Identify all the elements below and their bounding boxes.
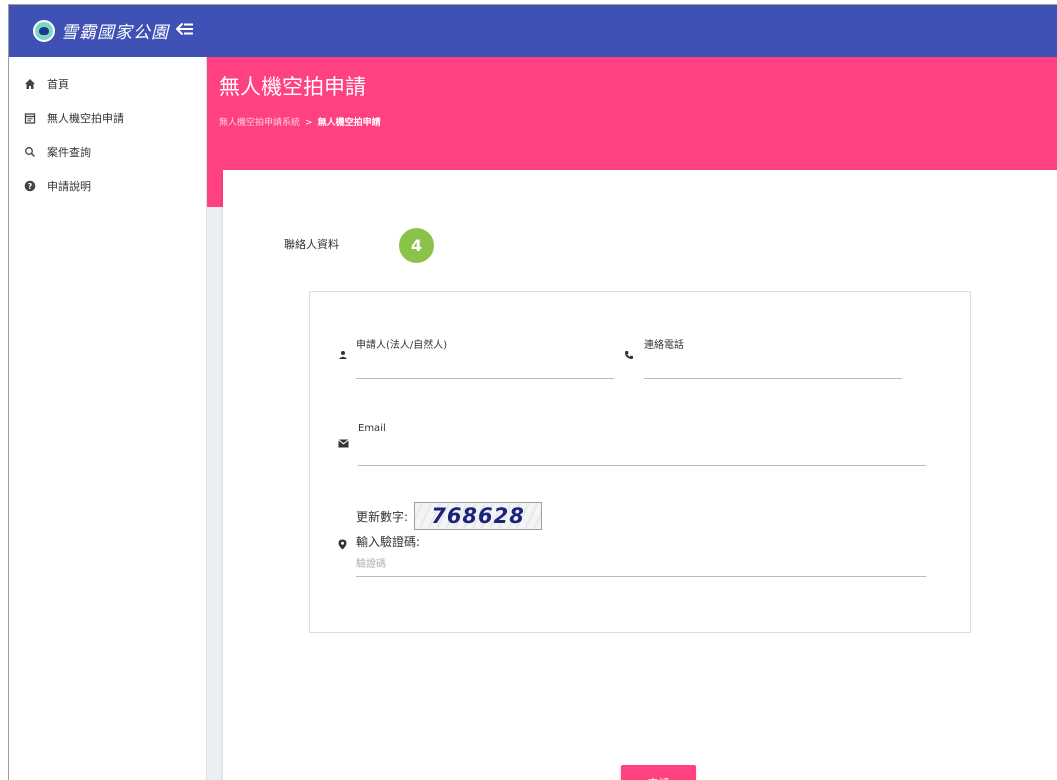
- captcha-input[interactable]: [356, 555, 922, 573]
- captcha-input-label: 輸入驗證碼:: [356, 535, 421, 549]
- applicant-underline: [356, 378, 614, 379]
- captcha-refresh-label: 更新數字:: [356, 509, 409, 524]
- main-content: 無人機空拍申請 無人機空拍申請系統 > 無人機空拍申請 聯絡人資料 4 申請人(法人…: [207, 57, 1057, 780]
- sidebar-item-label: 申請說明: [47, 180, 91, 193]
- section-title: 聯絡人資料: [284, 238, 339, 251]
- sidebar-item-drone-application[interactable]: 無人機空拍申請: [9, 101, 206, 135]
- breadcrumb: 無人機空拍申請系統 > 無人機空拍申請: [219, 115, 381, 128]
- park-logo[interactable]: 雪霸國家公園: [33, 18, 169, 43]
- home-icon: [23, 77, 37, 91]
- phone-icon: [624, 350, 634, 363]
- sidebar: 首頁 無人機空拍申請 案件查詢 ? 申請說明: [9, 57, 207, 780]
- calendar-icon: [23, 111, 37, 125]
- sidebar-item-case-search[interactable]: 案件查詢: [9, 135, 206, 169]
- sidebar-item-label: 首頁: [47, 78, 69, 91]
- page-title: 無人機空拍申請: [219, 75, 366, 99]
- form-card: 聯絡人資料 4 申請人(法人/自然人) 連絡電話 Email 更新數字: 768…: [223, 170, 1057, 780]
- captcha-refresh-row: 更新數字: 768628: [356, 502, 543, 530]
- contact-form: 申請人(法人/自然人) 連絡電話 Email 更新數字: 768628 輸入驗證…: [309, 291, 971, 633]
- step-number-badge: 4: [399, 228, 434, 263]
- captcha-image[interactable]: 768628: [414, 502, 543, 530]
- sidebar-item-label: 無人機空拍申請: [47, 112, 124, 125]
- park-emblem-icon: [33, 19, 55, 42]
- phone-label: 連絡電話: [644, 340, 684, 351]
- arrow-left-menu-icon: [176, 23, 193, 35]
- logo-text: 雪霸國家公園: [61, 23, 169, 43]
- app-window: 雪霸國家公園 首頁 無人機空拍申請 案件查詢 ? 申請說明 無人機空拍申請 無人…: [8, 4, 1057, 780]
- location-pin-icon: [338, 539, 347, 553]
- person-icon: [338, 350, 348, 363]
- search-icon: [23, 145, 37, 159]
- breadcrumb-separator: >: [305, 118, 313, 128]
- applicant-label: 申請人(法人/自然人): [356, 340, 448, 351]
- help-icon: ?: [23, 179, 37, 193]
- breadcrumb-current: 無人機空拍申請: [317, 118, 381, 128]
- menu-collapse-icon[interactable]: [174, 19, 196, 41]
- breadcrumb-parent-link[interactable]: 無人機空拍申請系統: [219, 118, 300, 128]
- email-label: Email: [358, 423, 386, 434]
- captcha-underline: [356, 576, 926, 577]
- email-icon: [338, 439, 349, 451]
- email-underline: [358, 465, 926, 466]
- phone-input[interactable]: [644, 356, 900, 376]
- phone-underline: [644, 378, 902, 379]
- submit-button[interactable]: 申請: [621, 765, 696, 780]
- sidebar-item-instructions[interactable]: ? 申請說明: [9, 169, 206, 203]
- sidebar-item-home[interactable]: 首頁: [9, 67, 206, 101]
- sidebar-nav: 首頁 無人機空拍申請 案件查詢 ? 申請說明: [9, 57, 206, 203]
- captcha-code: 768628: [431, 504, 525, 528]
- top-app-bar: 雪霸國家公園: [9, 5, 1057, 57]
- sidebar-item-label: 案件查詢: [47, 146, 91, 159]
- svg-text:?: ?: [28, 182, 33, 191]
- applicant-input[interactable]: [356, 356, 612, 376]
- email-input[interactable]: [358, 442, 924, 462]
